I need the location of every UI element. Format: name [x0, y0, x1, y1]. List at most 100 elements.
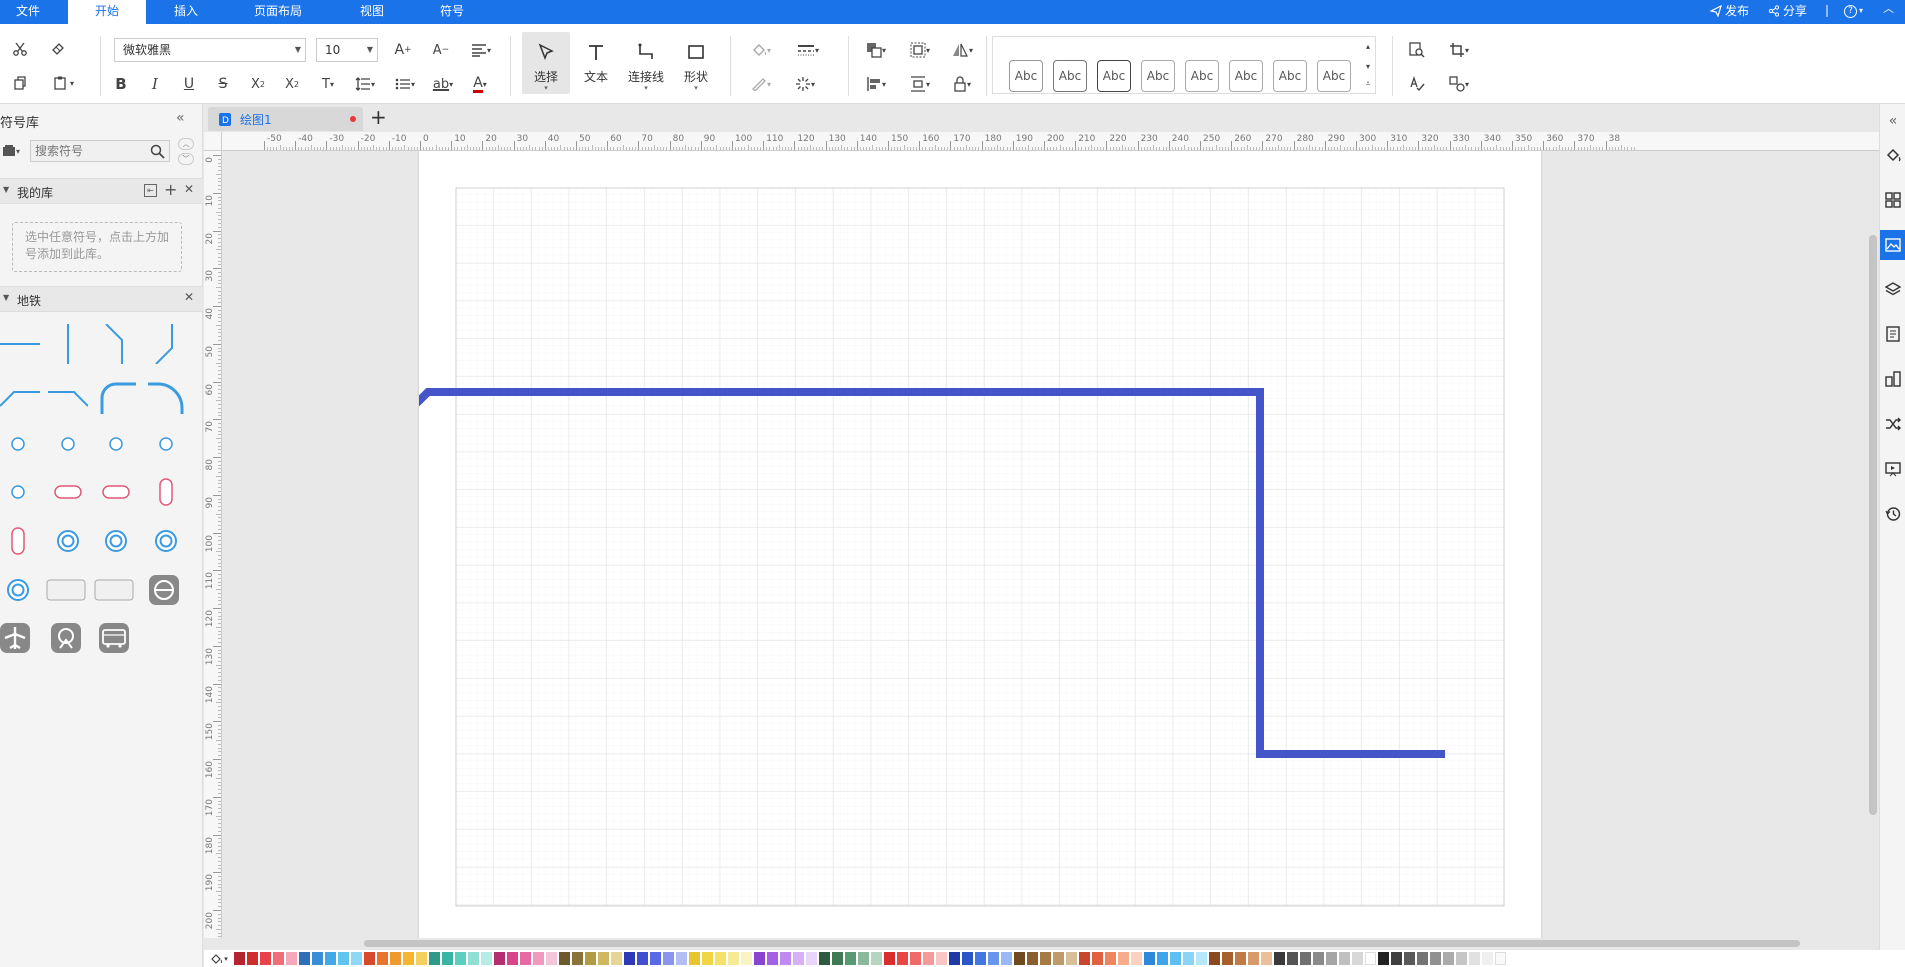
shuffle-icon[interactable]: [1880, 409, 1905, 439]
color-swatch[interactable]: [702, 952, 713, 965]
flip-icon[interactable]: ▾: [946, 38, 978, 62]
color-swatch[interactable]: [1235, 952, 1246, 965]
style-preset-5[interactable]: Abc: [1185, 60, 1219, 92]
subway-line-vertical-symbol[interactable]: [48, 324, 88, 364]
search-prev-icon[interactable]: ︿: [178, 138, 194, 150]
color-swatch[interactable]: [234, 952, 245, 965]
crop-icon[interactable]: ▾: [1442, 38, 1476, 62]
find-replace-icon[interactable]: [1404, 38, 1430, 62]
station-circle-symbol[interactable]: [0, 424, 40, 464]
style-preset-7[interactable]: Abc: [1273, 60, 1307, 92]
color-swatch[interactable]: [715, 952, 726, 965]
color-swatch[interactable]: [403, 952, 414, 965]
fill-paint-icon[interactable]: [1880, 140, 1905, 170]
horizontal-scrollbar[interactable]: [364, 940, 1800, 947]
color-swatch[interactable]: [1183, 952, 1194, 965]
color-swatch[interactable]: [442, 952, 453, 965]
collapse-panel-icon[interactable]: «: [176, 110, 196, 128]
transfer-station-vertical-symbol[interactable]: [146, 472, 186, 512]
bus-icon[interactable]: [94, 618, 134, 658]
transfer-station-horizontal-symbol[interactable]: [96, 472, 136, 512]
line-style-icon[interactable]: ▾: [790, 38, 826, 62]
menu-tab-view[interactable]: 视图: [344, 0, 400, 24]
color-swatch[interactable]: [1300, 952, 1311, 965]
color-swatch[interactable]: [559, 952, 570, 965]
spell-check-icon[interactable]: [1404, 72, 1430, 96]
color-swatch[interactable]: [507, 952, 518, 965]
lock-icon[interactable]: ▾: [946, 72, 978, 96]
color-swatch[interactable]: [494, 952, 505, 965]
symbol-search-input[interactable]: [35, 143, 145, 159]
color-swatch[interactable]: [1092, 952, 1103, 965]
connector-tool-button[interactable]: 连接线 ▾: [622, 32, 670, 94]
share-button[interactable]: 分享: [1768, 0, 1818, 22]
color-swatch[interactable]: [1456, 952, 1467, 965]
transfer-station-vertical-symbol[interactable]: [0, 521, 40, 561]
copy-icon[interactable]: [8, 72, 32, 94]
airplane-icon[interactable]: [0, 618, 40, 658]
group-icon[interactable]: ▾: [904, 38, 936, 62]
color-swatch[interactable]: [377, 952, 388, 965]
color-swatch[interactable]: [1287, 952, 1298, 965]
color-swatch[interactable]: [598, 952, 609, 965]
color-swatch[interactable]: [1079, 952, 1090, 965]
color-swatch[interactable]: [832, 952, 843, 965]
decrease-font-icon[interactable]: A −: [428, 38, 454, 62]
color-swatch[interactable]: [546, 952, 557, 965]
subway-line-diagonal-symbol[interactable]: [96, 324, 136, 364]
color-swatch[interactable]: [923, 952, 934, 965]
superscript-icon[interactable]: X2: [246, 72, 270, 96]
library-menu-icon[interactable]: ▾: [2, 140, 28, 162]
my-library-header[interactable]: ▼ 我的库 ⇤ + ✕: [0, 178, 203, 204]
station-circle-symbol[interactable]: [0, 472, 40, 512]
close-icon[interactable]: ✕: [184, 182, 194, 196]
color-swatch[interactable]: [663, 952, 674, 965]
color-swatch[interactable]: [845, 952, 856, 965]
page-properties-icon[interactable]: [1880, 319, 1905, 349]
history-icon[interactable]: [1880, 499, 1905, 529]
color-swatch[interactable]: [351, 952, 362, 965]
bold-icon[interactable]: B: [110, 72, 132, 96]
color-swatch[interactable]: [1105, 952, 1116, 965]
style-preset-2[interactable]: Abc: [1053, 60, 1087, 92]
metro-logo-icon[interactable]: [144, 570, 184, 610]
select-tool-button[interactable]: 选择 ▾: [522, 32, 570, 94]
color-swatch[interactable]: [1196, 952, 1207, 965]
color-swatch[interactable]: [481, 952, 492, 965]
layers-icon[interactable]: [1880, 274, 1905, 304]
menu-tab-home[interactable]: 开始: [68, 0, 146, 24]
collapse-ribbon-icon[interactable]: ︿: [1883, 0, 1899, 22]
color-swatch[interactable]: [1404, 952, 1415, 965]
subway-line-curve-right-symbol[interactable]: [148, 374, 188, 414]
font-size-select[interactable]: 10 ▼: [316, 38, 378, 62]
distribute-icon[interactable]: ▾: [904, 72, 936, 96]
add-icon[interactable]: +: [164, 180, 177, 199]
line-spacing-icon[interactable]: ▾: [350, 72, 380, 96]
color-swatch[interactable]: [741, 952, 752, 965]
color-swatch[interactable]: [1131, 952, 1142, 965]
style-preset-1[interactable]: Abc: [1009, 60, 1043, 92]
publish-button[interactable]: 发布: [1710, 0, 1760, 22]
bullet-list-icon[interactable]: ▾: [390, 72, 420, 96]
color-swatch[interactable]: [858, 952, 869, 965]
color-swatch[interactable]: [572, 952, 583, 965]
color-swatch[interactable]: [1417, 952, 1428, 965]
station-circle-symbol[interactable]: [146, 424, 186, 464]
color-swatch[interactable]: [676, 952, 687, 965]
label-box-symbol[interactable]: [46, 570, 86, 610]
color-swatch[interactable]: [1248, 952, 1259, 965]
color-swatch[interactable]: [1014, 952, 1025, 965]
color-swatch[interactable]: [299, 952, 310, 965]
drawing-page[interactable]: [363, 151, 1541, 938]
color-swatch[interactable]: [416, 952, 427, 965]
color-swatch[interactable]: [1313, 952, 1324, 965]
color-swatch[interactable]: [819, 952, 830, 965]
color-swatch[interactable]: [962, 952, 973, 965]
color-swatch[interactable]: [884, 952, 895, 965]
color-swatch[interactable]: [780, 952, 791, 965]
color-swatch[interactable]: [273, 952, 284, 965]
style-preset-4[interactable]: Abc: [1141, 60, 1175, 92]
format-painter-icon[interactable]: [46, 38, 70, 60]
shape-tool-button[interactable]: 形状 ▾: [672, 32, 720, 94]
subway-line-curve-symbol[interactable]: [96, 374, 136, 414]
